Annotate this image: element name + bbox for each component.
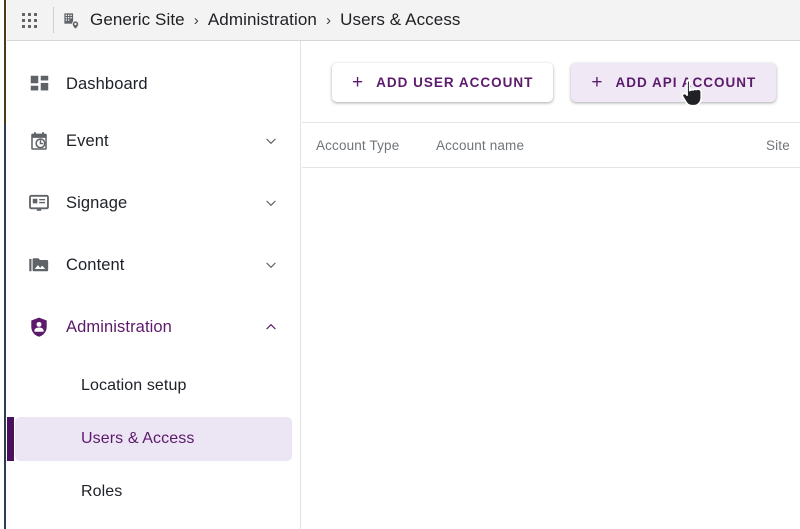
signage-display-icon — [26, 190, 52, 216]
plus-icon: + — [591, 72, 603, 93]
add-api-account-label: ADD API ACCOUNT — [615, 75, 757, 90]
breadcrumb-separator: › — [325, 11, 332, 29]
sidebar-subitem-location-setup[interactable]: Location setup — [15, 364, 292, 408]
chevron-up-icon[interactable] — [264, 320, 278, 334]
action-toolbar: + ADD USER ACCOUNT + ADD API ACCOUNT — [302, 41, 800, 102]
sidebar-item-label: Event — [66, 131, 109, 150]
column-header-account-type[interactable]: Account Type — [316, 138, 436, 153]
main-content: + ADD USER ACCOUNT + ADD API ACCOUNT Acc… — [302, 41, 800, 529]
top-bar: Generic Site › Administration › Users & … — [7, 0, 800, 41]
sidebar-subitem-label: Users & Access — [81, 430, 195, 447]
add-user-account-label: ADD USER ACCOUNT — [376, 75, 534, 90]
calendar-clock-icon — [26, 128, 52, 154]
dashboard-grid-icon — [26, 71, 52, 97]
sidebar-item-content[interactable]: Content — [7, 242, 300, 288]
sidebar-subitem-label: Roles — [81, 483, 123, 500]
left-edge-strip-top — [4, 0, 6, 124]
column-header-site[interactable]: Site — [766, 138, 790, 153]
shield-person-icon — [26, 314, 52, 340]
photo-library-icon — [26, 252, 52, 278]
topbar-divider — [53, 7, 54, 33]
column-header-account-name[interactable]: Account name — [436, 138, 766, 153]
sidebar-subitem-roles[interactable]: Roles — [15, 470, 292, 514]
table-header-row: Account Type Account name Site — [302, 122, 800, 168]
breadcrumb-item-administration[interactable]: Administration — [208, 10, 317, 30]
sidebar-item-label: Administration — [66, 317, 172, 336]
chevron-down-icon[interactable] — [264, 134, 278, 148]
breadcrumb-separator: › — [193, 11, 199, 29]
apps-menu-button[interactable] — [7, 0, 51, 41]
sidebar-item-label: Content — [66, 255, 125, 274]
sidebar-item-dashboard[interactable]: Dashboard — [7, 61, 300, 107]
sidebar-item-label: Signage — [66, 193, 128, 212]
sidebar-item-event[interactable]: Event — [7, 118, 300, 164]
breadcrumb-item-site[interactable]: Generic Site — [90, 10, 185, 30]
chevron-down-icon[interactable] — [264, 258, 278, 272]
breadcrumb-item-users-access[interactable]: Users & Access — [340, 10, 460, 30]
apps-grid-icon — [21, 12, 37, 28]
accounts-table: Account Type Account name Site — [302, 122, 800, 168]
breadcrumb: Generic Site › Administration › Users & … — [62, 10, 461, 30]
chevron-down-icon[interactable] — [264, 196, 278, 210]
sidebar-subitem-label: Location setup — [81, 377, 187, 394]
add-user-account-button[interactable]: + ADD USER ACCOUNT — [332, 63, 554, 102]
sidebar-item-label: Dashboard — [66, 74, 148, 93]
sidebar-item-signage[interactable]: Signage — [7, 180, 300, 226]
plus-icon: + — [352, 72, 364, 93]
sidebar-item-administration[interactable]: Administration — [7, 304, 300, 350]
building-location-icon — [64, 12, 80, 30]
sidebar: Dashboard Event Signage Content Administ… — [7, 41, 301, 529]
add-api-account-button[interactable]: + ADD API ACCOUNT — [571, 63, 777, 102]
app-root: Generic Site › Administration › Users & … — [0, 0, 800, 529]
sidebar-subitem-users-access[interactable]: Users & Access — [7, 417, 292, 461]
